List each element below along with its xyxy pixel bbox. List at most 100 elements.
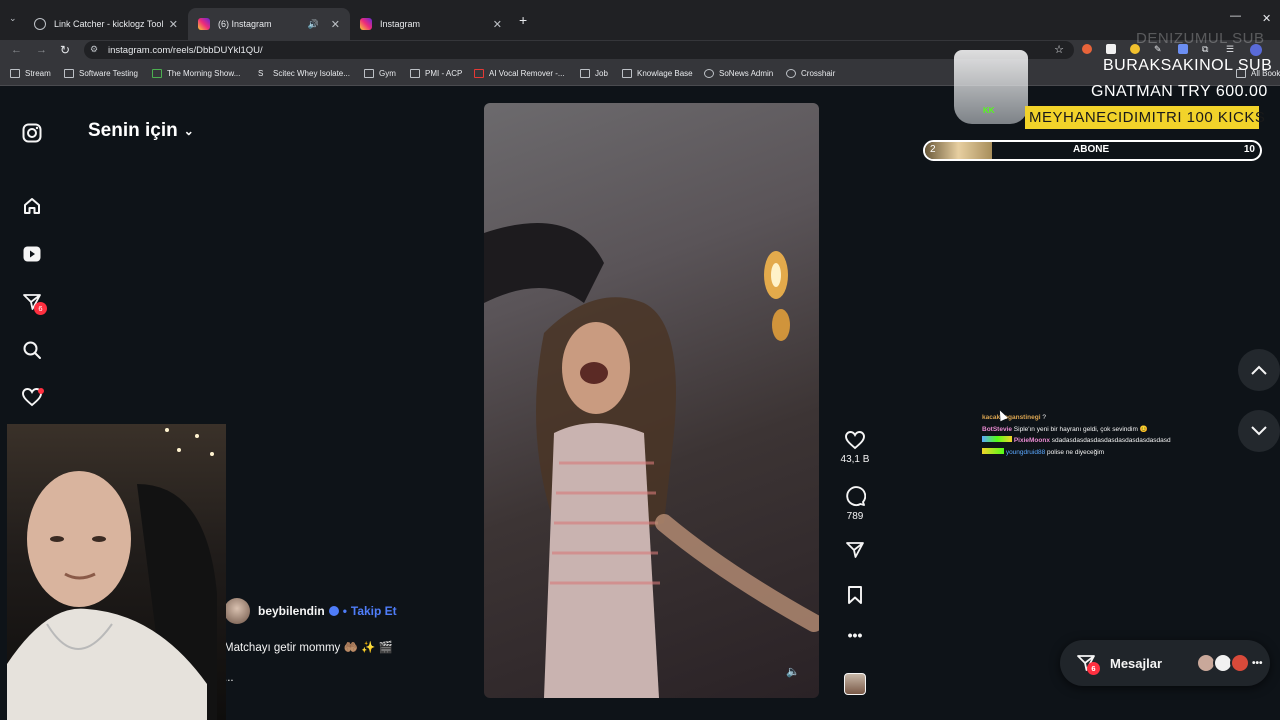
chat-message: BotStevie Siple'ın yeni bir hayranı geld… (982, 424, 1222, 436)
sub-goal-bar: 2 ABONE 10 (923, 140, 1262, 161)
reel-video[interactable]: 🔈 (484, 103, 819, 698)
notification-badge: 6 (34, 302, 47, 315)
folder-icon (64, 69, 74, 78)
browser-tab-active[interactable]: (6) Instagram 🔊 ✕ (188, 8, 350, 40)
author-avatar[interactable] (224, 598, 250, 624)
feed-selector[interactable]: Senin için ⌄ (88, 120, 194, 142)
audio-thumbnail[interactable] (844, 673, 866, 695)
send-icon (846, 542, 864, 558)
like-count: 43,1 B (840, 454, 870, 465)
follow-button[interactable]: Takip Et (351, 604, 397, 618)
chat-username: BotStevie (982, 425, 1012, 433)
comment-button[interactable]: 789 (840, 485, 870, 522)
bookmark-item[interactable]: Software Testing (64, 69, 138, 78)
bookmark-star-icon[interactable]: ☆ (1054, 43, 1064, 56)
like-button[interactable]: 43,1 B (840, 430, 870, 465)
browser-tab[interactable]: Instagram ✕ (350, 8, 512, 40)
bookmark-item[interactable]: Crosshair (786, 69, 835, 78)
save-button[interactable] (840, 585, 870, 605)
caption-text: Matchayı getir mommy 🤲🏽 ✨ 🎬 (224, 642, 393, 654)
back-icon[interactable]: ← (11, 44, 22, 56)
site-info-icon[interactable]: ⚙ (90, 44, 98, 55)
instagram-favicon-icon (198, 18, 210, 30)
next-reel-button[interactable] (1238, 410, 1280, 452)
reels-icon[interactable] (20, 242, 44, 266)
more-options-icon[interactable]: ••• (840, 627, 870, 643)
forward-icon[interactable]: → (36, 44, 47, 56)
close-tab-icon[interactable]: ✕ (169, 18, 178, 31)
contact-avatar[interactable] (1230, 653, 1251, 673)
minimize-window-button[interactable]: — (1230, 10, 1241, 22)
author-username[interactable]: beybilendin (258, 604, 325, 618)
webcam-overlay (7, 424, 226, 720)
chat-message: PixieMoonx sdadasdasdasdasdasdasdasdasda… (982, 435, 1222, 447)
browser-tab[interactable]: Link Catcher - kicklogz Tools ✕ (24, 8, 188, 40)
site-icon (152, 69, 162, 78)
previous-reel-button[interactable] (1238, 349, 1280, 391)
instagram-logo-icon[interactable] (20, 121, 44, 145)
bookmark-item[interactable]: The Morning Show... (152, 69, 240, 78)
reel-video-frame (484, 223, 819, 698)
goal-target: 10 (1243, 144, 1255, 155)
bookmark-item[interactable]: S Scitec Whey Isolate... (258, 69, 350, 78)
overlay-sub-alert: DENIZUMUL SUB (1136, 30, 1265, 47)
overlay-kicks-text: MEYHANECIDIMITRI 100 KICKS (1029, 109, 1266, 126)
bookmark-item[interactable]: Gym (364, 69, 396, 78)
extension-icon[interactable] (1106, 44, 1116, 54)
bookmark-item[interactable]: Stream (10, 69, 51, 78)
goal-current: 2 (930, 144, 936, 155)
separator-dot: • (342, 604, 347, 618)
unread-dot (38, 388, 44, 394)
feed-title: Senin için (88, 120, 178, 141)
reel-author: beybilendin • Takip Et (224, 598, 397, 624)
bookmark-icon (848, 586, 862, 604)
chat-message: youngdruid88 polise ne diyeceğim (982, 447, 1222, 459)
site-icon: S (258, 69, 264, 78)
folder-icon (10, 69, 20, 78)
globe-icon (786, 69, 796, 78)
messages-button[interactable]: 6 Mesajlar ••• (1060, 640, 1270, 686)
instagram-favicon-icon (360, 18, 372, 30)
close-tab-icon[interactable]: ✕ (331, 18, 340, 31)
direct-messages-icon[interactable]: 6 (20, 290, 47, 315)
close-tab-icon[interactable]: ✕ (493, 18, 502, 31)
chat-text: sdadasdasdasdasdasdasdasdasdasdasd (1051, 437, 1171, 444)
caption-more[interactable]: ... (224, 672, 393, 684)
chat-username: kacakboganstinegi (982, 414, 1041, 421)
cup-logo: KK (983, 106, 995, 115)
chat-badges-icon (982, 447, 1004, 454)
address-bar[interactable]: ⚙ instagram.com/reels/DbbDUYkl1QU/ ☆ (84, 41, 1074, 59)
extension-icon[interactable] (1082, 44, 1092, 54)
heart-icon (845, 431, 865, 450)
bookmark-item[interactable]: PMI - ACP (410, 69, 462, 78)
search-icon[interactable] (20, 338, 44, 362)
chevron-down-icon: ⌄ (183, 124, 194, 138)
close-window-button[interactable]: ✕ (1262, 12, 1271, 25)
share-button[interactable] (840, 540, 870, 560)
tab-search-chevron-icon[interactable]: ⌄ (9, 13, 17, 24)
direct-messages-icon: 6 (1076, 653, 1100, 675)
new-tab-button[interactable]: + (519, 12, 527, 28)
messages-label: Mesajlar (1110, 655, 1163, 671)
overlay-cup-graphic: KK (954, 50, 1028, 124)
globe-icon (34, 18, 46, 30)
bookmark-item[interactable]: AI Vocal Remover -... (474, 69, 565, 78)
chat-username: PixieMoonx (1013, 437, 1050, 444)
heart-icon[interactable] (20, 385, 44, 409)
more-contacts-icon[interactable]: ••• (1252, 658, 1263, 669)
globe-icon (704, 69, 714, 78)
bookmark-item[interactable]: SoNews Admin (704, 69, 773, 78)
home-icon[interactable] (20, 194, 44, 218)
reload-icon[interactable]: ↻ (60, 43, 70, 57)
speaker-icon[interactable]: 🔊 (308, 19, 319, 30)
chat-text: ? (1042, 414, 1046, 421)
chat-text: polise ne diyeceğim (1047, 448, 1105, 456)
bookmark-item[interactable]: Job (580, 69, 608, 78)
chat-username: youngdruid88 (1005, 448, 1046, 456)
bookmark-item[interactable]: Knowlage Base (622, 69, 693, 78)
folder-icon (410, 69, 420, 78)
chat-badges-icon (982, 436, 1012, 442)
comment-icon (846, 486, 866, 507)
mute-icon[interactable]: 🔈 (786, 665, 800, 678)
overlay-donation: GNATMAN TRY 600.00 (1091, 83, 1268, 100)
